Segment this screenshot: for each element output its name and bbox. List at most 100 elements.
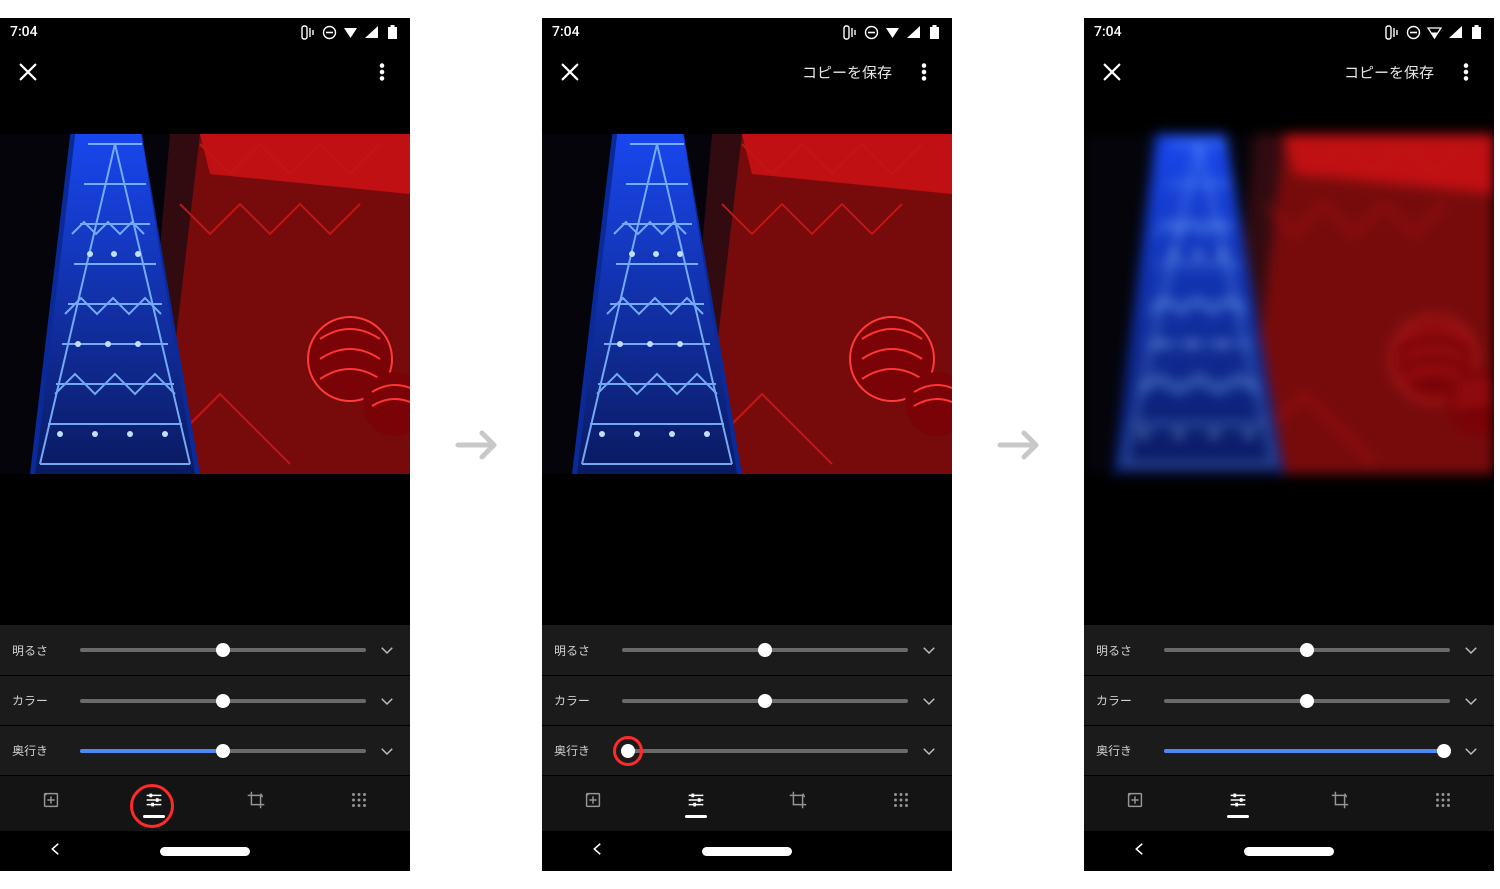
overflow-menu-button[interactable] [368, 58, 396, 86]
vibrate-icon [1385, 25, 1400, 40]
expand-depth[interactable] [1460, 740, 1482, 762]
slider-brightness: 明るさ [1084, 625, 1494, 675]
status-time: 7:04 [552, 24, 580, 40]
battery-icon [1469, 25, 1484, 40]
tab-auto-enhance[interactable] [571, 782, 615, 826]
nav-back-button[interactable] [1131, 840, 1149, 862]
wifi-icon [885, 25, 900, 40]
app-bar: コピーを保存 [542, 46, 952, 98]
battery-icon [385, 25, 400, 40]
nav-back-button[interactable] [47, 840, 65, 862]
tab-more[interactable] [337, 782, 381, 826]
image-preview[interactable] [1084, 134, 1494, 474]
vibrate-icon [301, 25, 316, 40]
close-button[interactable] [14, 58, 42, 86]
slider-thumb-color[interactable] [216, 694, 230, 708]
slider-thumb-depth[interactable] [621, 744, 635, 758]
expand-color[interactable] [918, 690, 940, 712]
slider-label-brightness: 明るさ [554, 642, 612, 659]
slider-label-color: カラー [554, 692, 612, 709]
nav-back-button[interactable] [589, 840, 607, 862]
slider-track-brightness[interactable] [1164, 648, 1450, 652]
tab-more[interactable] [1421, 782, 1465, 826]
slider-track-brightness[interactable] [80, 648, 366, 652]
wifi-icon [343, 25, 358, 40]
expand-brightness[interactable] [376, 639, 398, 661]
battery-icon [927, 25, 942, 40]
slider-brightness: 明るさ [0, 625, 410, 675]
slider-track-color[interactable] [80, 699, 366, 703]
dnd-icon [864, 25, 879, 40]
slider-track-depth[interactable] [622, 749, 908, 753]
overflow-menu-button[interactable] [910, 58, 938, 86]
expand-brightness[interactable] [1460, 639, 1482, 661]
status-bar: 7:04 [0, 18, 410, 46]
tab-auto-enhance[interactable] [29, 782, 73, 826]
status-bar: 7:04 [542, 18, 952, 46]
dnd-icon [322, 25, 337, 40]
slider-thumb-brightness[interactable] [216, 643, 230, 657]
flow-arrow-icon [988, 415, 1048, 475]
slider-thumb-brightness[interactable] [1300, 643, 1314, 657]
dnd-icon [1406, 25, 1421, 40]
slider-label-depth: 奥行き [12, 742, 70, 759]
tab-auto-enhance[interactable] [1113, 782, 1157, 826]
tool-tabs [542, 775, 952, 831]
slider-color: カラー [0, 675, 410, 725]
app-bar: コピーを保存 [1084, 46, 1494, 98]
slider-thumb-depth[interactable] [216, 744, 230, 758]
overflow-menu-button[interactable] [1452, 58, 1480, 86]
slider-color: カラー [1084, 675, 1494, 725]
status-icons [1385, 25, 1484, 40]
save-copy-button[interactable]: コピーを保存 [802, 62, 892, 83]
slider-thumb-color[interactable] [758, 694, 772, 708]
close-button[interactable] [556, 58, 584, 86]
flow-arrow-icon [446, 415, 506, 475]
slider-thumb-color[interactable] [1300, 694, 1314, 708]
slider-label-brightness: 明るさ [12, 642, 70, 659]
slider-label-color: カラー [1096, 692, 1154, 709]
screen-3: 7:04 コピーを保存 明るさ カラー [1084, 18, 1494, 871]
vibrate-icon [843, 25, 858, 40]
save-copy-button[interactable]: コピーを保存 [1344, 62, 1434, 83]
tab-more[interactable] [879, 782, 923, 826]
expand-brightness[interactable] [918, 639, 940, 661]
status-bar: 7:04 [1084, 18, 1494, 46]
tab-adjust[interactable] [674, 782, 718, 826]
status-icons [843, 25, 942, 40]
tab-crop[interactable] [776, 782, 820, 826]
wifi-icon [1427, 25, 1442, 40]
slider-track-depth[interactable] [80, 749, 366, 753]
slider-depth: 奥行き [0, 725, 410, 775]
expand-color[interactable] [1460, 690, 1482, 712]
nav-home-pill[interactable] [702, 847, 792, 856]
image-preview[interactable] [542, 134, 952, 474]
slider-track-color[interactable] [1164, 699, 1450, 703]
image-preview[interactable] [0, 134, 410, 474]
tool-tabs [1084, 775, 1494, 831]
signal-icon [1448, 25, 1463, 40]
tab-adjust[interactable] [1216, 782, 1260, 826]
slider-track-brightness[interactable] [622, 648, 908, 652]
signal-icon [364, 25, 379, 40]
slider-track-color[interactable] [622, 699, 908, 703]
expand-depth[interactable] [376, 740, 398, 762]
system-nav-bar [542, 831, 952, 871]
expand-color[interactable] [376, 690, 398, 712]
screen-1: 7:04 明るさ カラー [0, 18, 410, 871]
slider-depth: 奥行き [1084, 725, 1494, 775]
system-nav-bar [0, 831, 410, 871]
slider-label-brightness: 明るさ [1096, 642, 1154, 659]
tab-crop[interactable] [1318, 782, 1362, 826]
slider-track-depth[interactable] [1164, 749, 1450, 753]
close-button[interactable] [1098, 58, 1126, 86]
slider-thumb-brightness[interactable] [758, 643, 772, 657]
signal-icon [906, 25, 921, 40]
nav-home-pill[interactable] [160, 847, 250, 856]
slider-thumb-depth[interactable] [1437, 744, 1451, 758]
nav-home-pill[interactable] [1244, 847, 1334, 856]
tab-adjust[interactable] [132, 782, 176, 826]
tab-crop[interactable] [234, 782, 278, 826]
expand-depth[interactable] [918, 740, 940, 762]
slider-label-depth: 奥行き [554, 742, 612, 759]
